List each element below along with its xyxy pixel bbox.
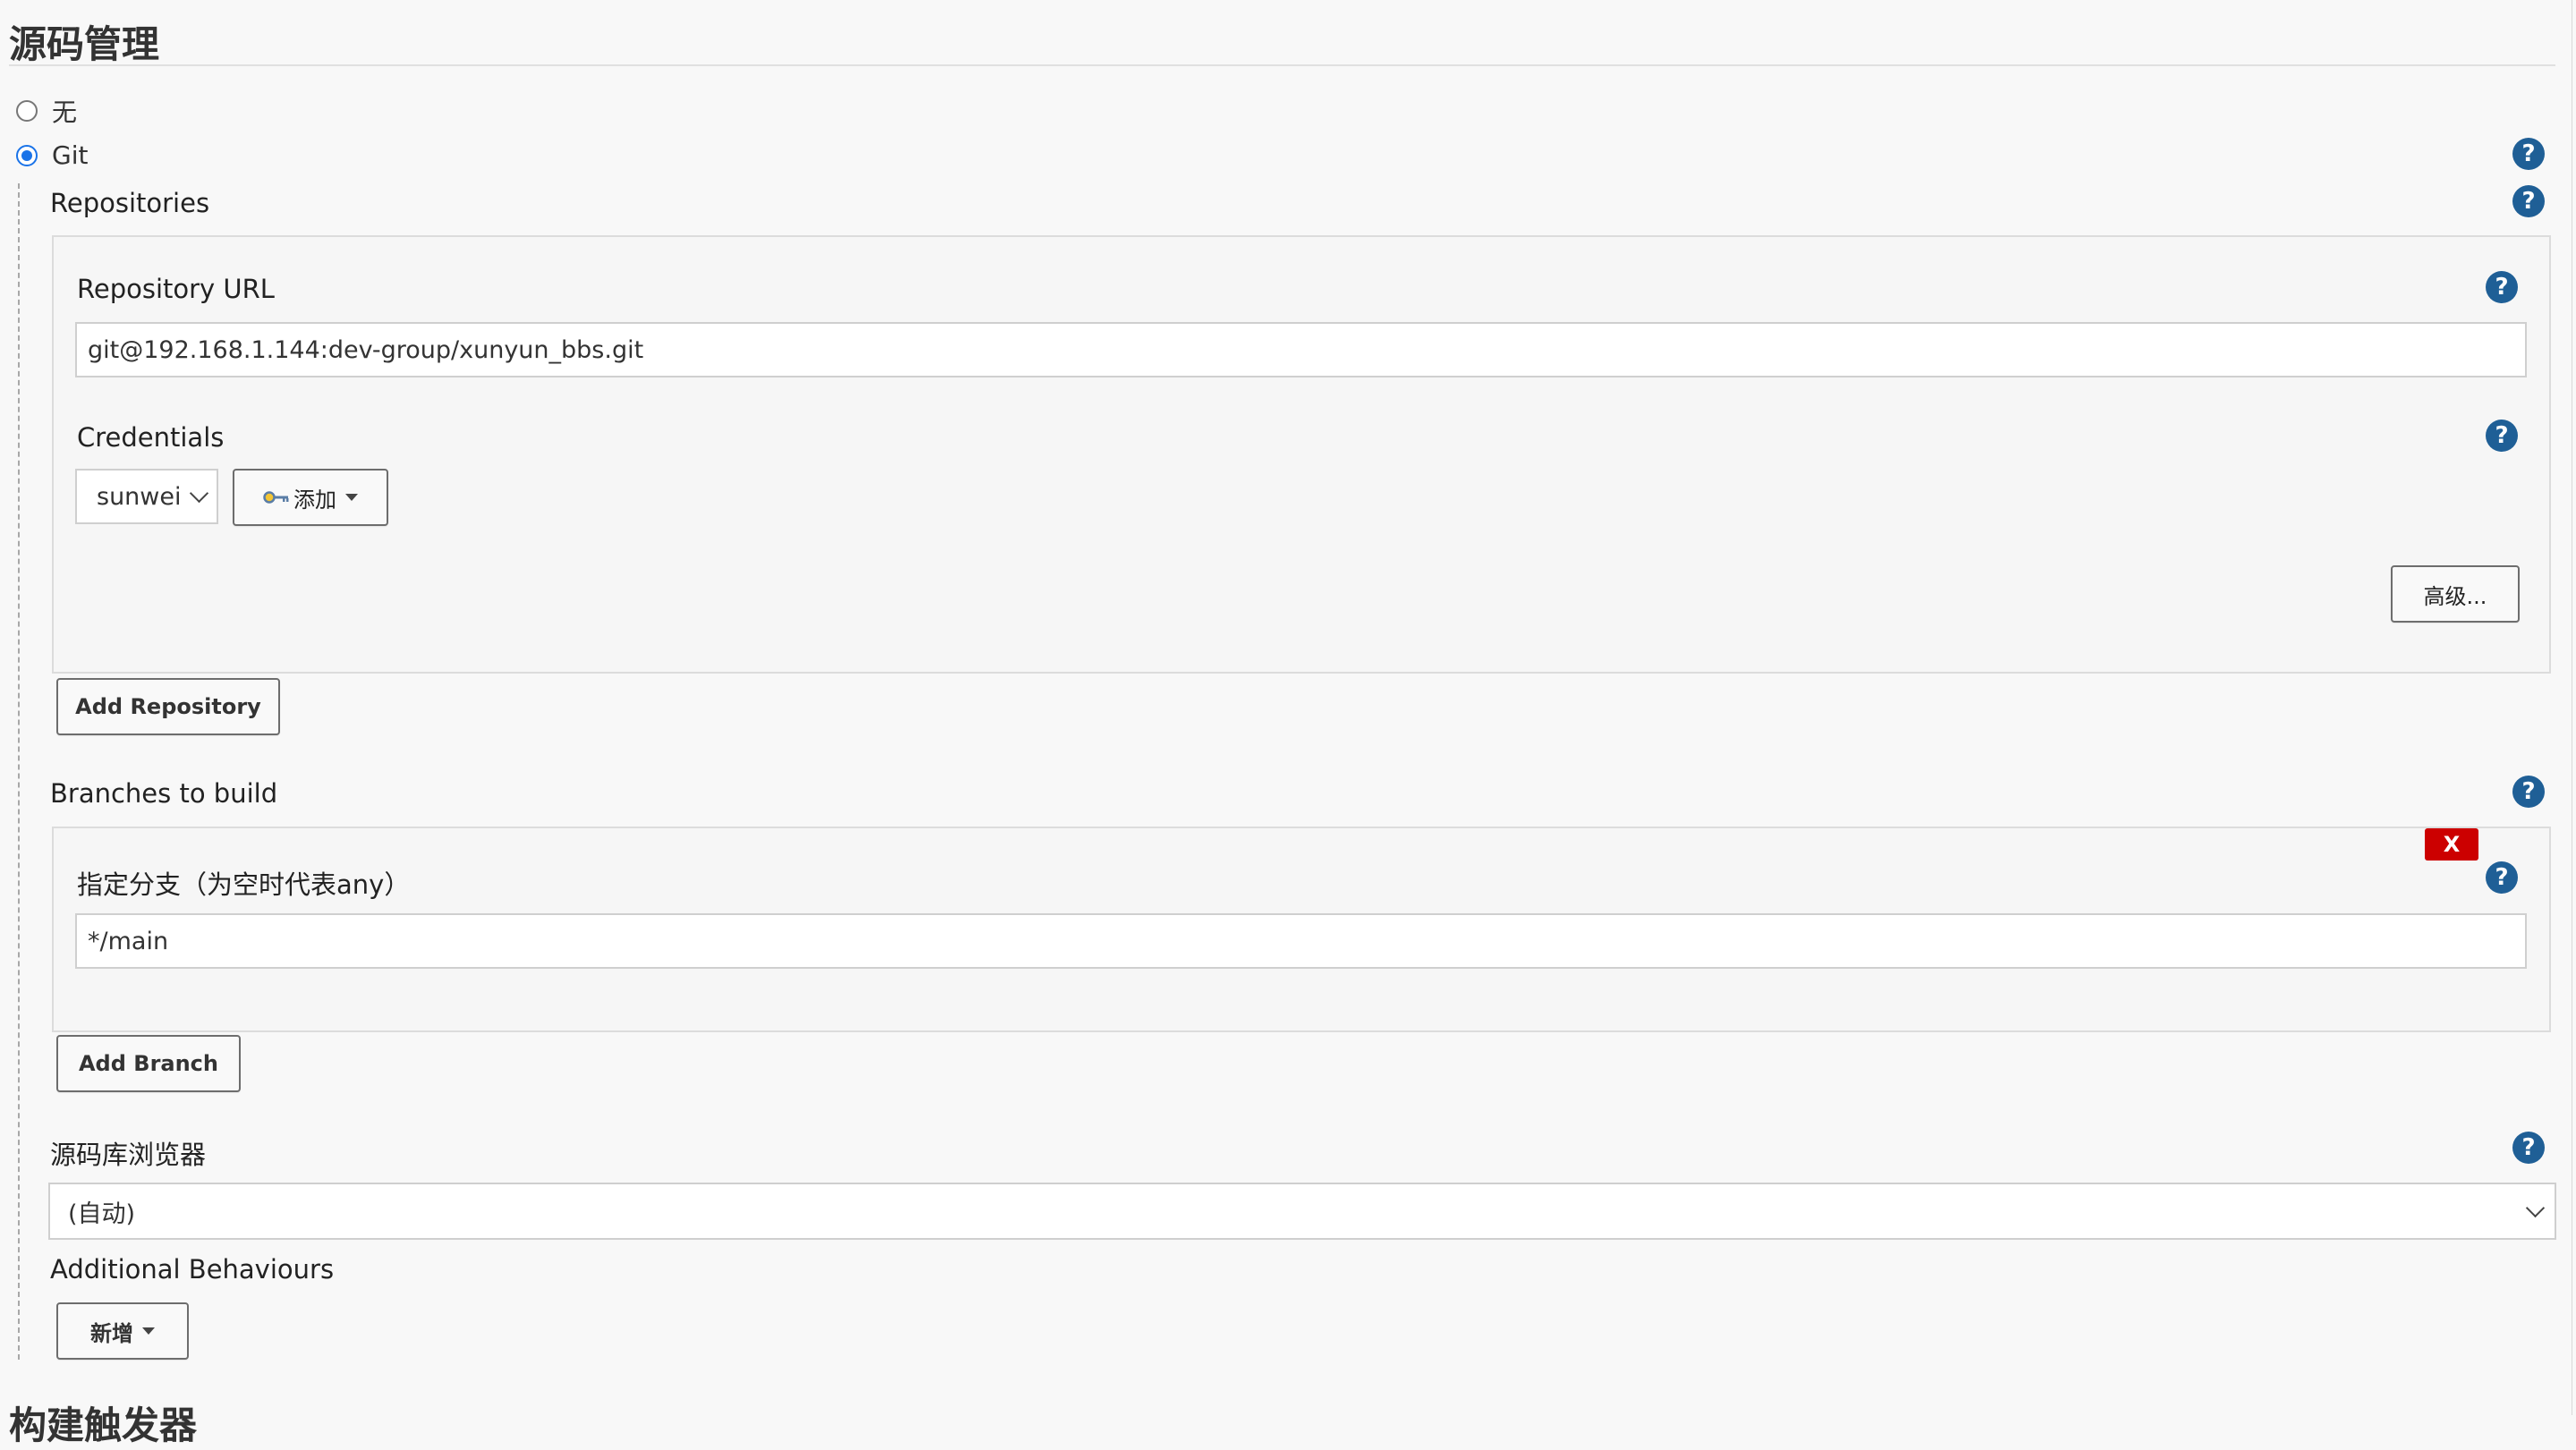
radio-none-label: 无 [52,98,78,127]
section-divider [9,64,2555,66]
add-repository-button[interactable]: Add Repository [56,678,280,735]
next-section-title: 构建触发器 [9,1403,198,1447]
credentials-help-icon[interactable]: ? [2486,420,2518,452]
add-behaviour-label: 新增 [90,1320,133,1346]
advanced-button[interactable]: 高级... [2391,565,2520,623]
branches-help-icon[interactable]: ? [2512,776,2545,808]
caret-down-icon [345,494,358,501]
repository-browser-label: 源码库浏览器 [50,1140,207,1170]
scm-option-git[interactable]: Git [16,140,88,170]
key-icon [263,489,290,505]
branch-specifier-label: 指定分支（为空时代表any） [77,869,411,900]
repositories-help-icon[interactable]: ? [2512,185,2545,217]
section-title: 源码管理 [9,22,160,66]
repositories-label: Repositories [50,188,210,218]
branch-specifier-input[interactable]: */main [75,913,2527,969]
additional-behaviours-label: Additional Behaviours [50,1254,335,1285]
nesting-guide [18,183,20,1360]
add-branch-label: Add Branch [78,1051,218,1076]
credentials-select[interactable]: sunwei [75,469,218,524]
add-credentials-button[interactable]: 添加 [233,469,388,526]
credentials-selected: sunwei [97,482,182,511]
repository-browser-help-icon[interactable]: ? [2512,1132,2545,1164]
scm-option-none[interactable]: 无 [16,93,77,129]
radio-git[interactable] [16,144,38,166]
radio-none[interactable] [16,100,38,122]
repository-url-label: Repository URL [77,274,275,304]
branch-specifier-value: */main [88,927,169,955]
add-repository-label: Add Repository [75,694,261,719]
repository-panel [52,235,2551,674]
repository-browser-selected: (自动) [68,1200,136,1228]
branch-specifier-help-icon[interactable]: ? [2486,861,2518,894]
chevron-down-icon [2525,1198,2546,1217]
repository-url-help-icon[interactable]: ? [2486,271,2518,303]
chevron-down-icon [189,483,209,503]
add-credentials-label: 添加 [293,487,336,513]
advanced-label: 高级... [2423,583,2487,609]
delete-branch-button[interactable]: X [2425,828,2478,861]
branches-label: Branches to build [50,778,278,809]
git-help-icon[interactable]: ? [2512,138,2545,170]
repository-browser-select[interactable]: (自动) [48,1183,2556,1240]
credentials-label: Credentials [77,422,225,453]
caret-down-icon [142,1327,155,1335]
add-behaviour-button[interactable]: 新增 [56,1302,189,1360]
radio-git-label: Git [52,140,89,170]
add-branch-button[interactable]: Add Branch [56,1035,241,1092]
repository-url-value: git@192.168.1.144:dev-group/xunyun_bbs.g… [88,335,644,364]
repository-url-input[interactable]: git@192.168.1.144:dev-group/xunyun_bbs.g… [75,322,2527,377]
